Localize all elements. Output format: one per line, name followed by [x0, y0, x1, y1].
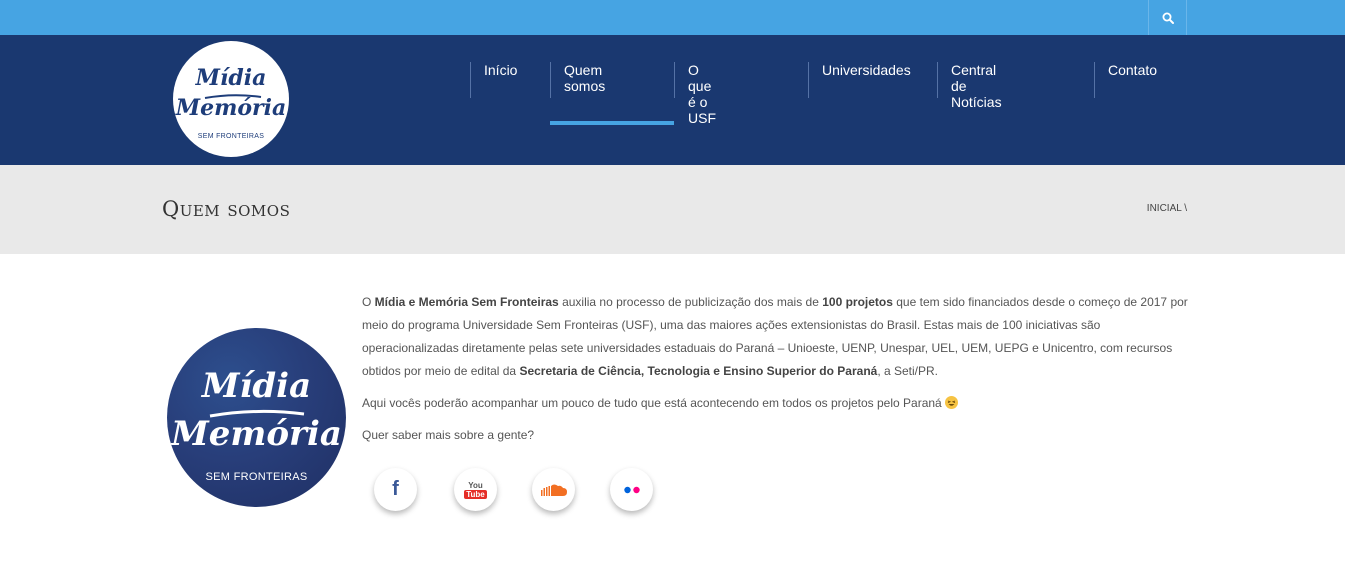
- nav-item-quem-somos[interactable]: Quem somos: [550, 62, 605, 98]
- p1-bold-3: Secretaria de Ciência, Tecnologia e Ensi…: [519, 364, 878, 378]
- search-button[interactable]: [1148, 0, 1187, 35]
- page-title: Quem somos: [162, 197, 291, 221]
- youtube-button[interactable]: You Tube: [454, 468, 497, 511]
- logo-tagline: SEM FRONTEIRAS: [197, 133, 265, 140]
- youtube-icon-tube: Tube: [464, 489, 487, 499]
- logo-line2: Memória: [175, 95, 287, 121]
- about-text: O Mídia e Memória Sem Fronteiras auxilia…: [362, 291, 1188, 456]
- nav-item-universidades[interactable]: Universidades: [808, 62, 911, 98]
- soundcloud-icon: [540, 484, 567, 496]
- laughing-emoji-icon: [945, 396, 959, 409]
- facebook-icon: f: [392, 478, 399, 500]
- p1-text-2: auxilia no processo de publicização dos …: [558, 295, 823, 309]
- nav-item-central-de-noticias[interactable]: Central de Notícias: [937, 62, 1002, 110]
- about-paragraph-1: O Mídia e Memória Sem Fronteiras auxilia…: [362, 291, 1188, 383]
- p1-bold-1: Mídia e Memória Sem Fronteiras: [374, 295, 559, 309]
- about-paragraph-3: Quer saber mais sobre a gente?: [362, 428, 535, 442]
- flickr-button[interactable]: [610, 468, 653, 511]
- nav-item-inicio[interactable]: Início: [470, 62, 517, 98]
- youtube-icon: You Tube: [464, 481, 487, 499]
- site-header: Mídia Memória SEM FRONTEIRAS Início Quem…: [0, 35, 1345, 165]
- nav-item-contato[interactable]: Contato: [1094, 62, 1157, 98]
- soundcloud-button[interactable]: [532, 468, 575, 511]
- search-icon: [1162, 12, 1174, 24]
- breadcrumb[interactable]: INICIAL \: [1147, 203, 1187, 214]
- top-bar: [0, 0, 1345, 35]
- facebook-button[interactable]: f: [374, 468, 417, 511]
- content-logo-tagline: SEM FRONTEIRAS: [205, 471, 308, 483]
- p1-text-4: , a Seti/PR.: [877, 364, 939, 378]
- nav-active-indicator: [550, 121, 674, 125]
- youtube-icon-you: You: [468, 480, 483, 490]
- nav-item-o-que-e-o-usf[interactable]: O que é o USF: [674, 62, 716, 126]
- content-logo-line1: Mídia: [201, 366, 312, 406]
- page-title-bar: Quem somos INICIAL \: [0, 165, 1345, 254]
- about-paragraph-2: Aqui vocês poderão acompanhar um pouco d…: [362, 392, 1188, 415]
- p1-bold-2: 100 projetos: [822, 295, 893, 309]
- content-logo-line2: Memória: [171, 414, 342, 454]
- flickr-icon: [623, 486, 640, 493]
- content-logo: Mídia Memória SEM FRONTEIRAS: [167, 328, 346, 507]
- p1-text-1: O: [362, 295, 375, 309]
- logo-line1: Mídia: [195, 65, 267, 91]
- site-logo[interactable]: Mídia Memória SEM FRONTEIRAS: [173, 41, 289, 157]
- p2-text: Aqui vocês poderão acompanhar um pouco d…: [362, 396, 942, 410]
